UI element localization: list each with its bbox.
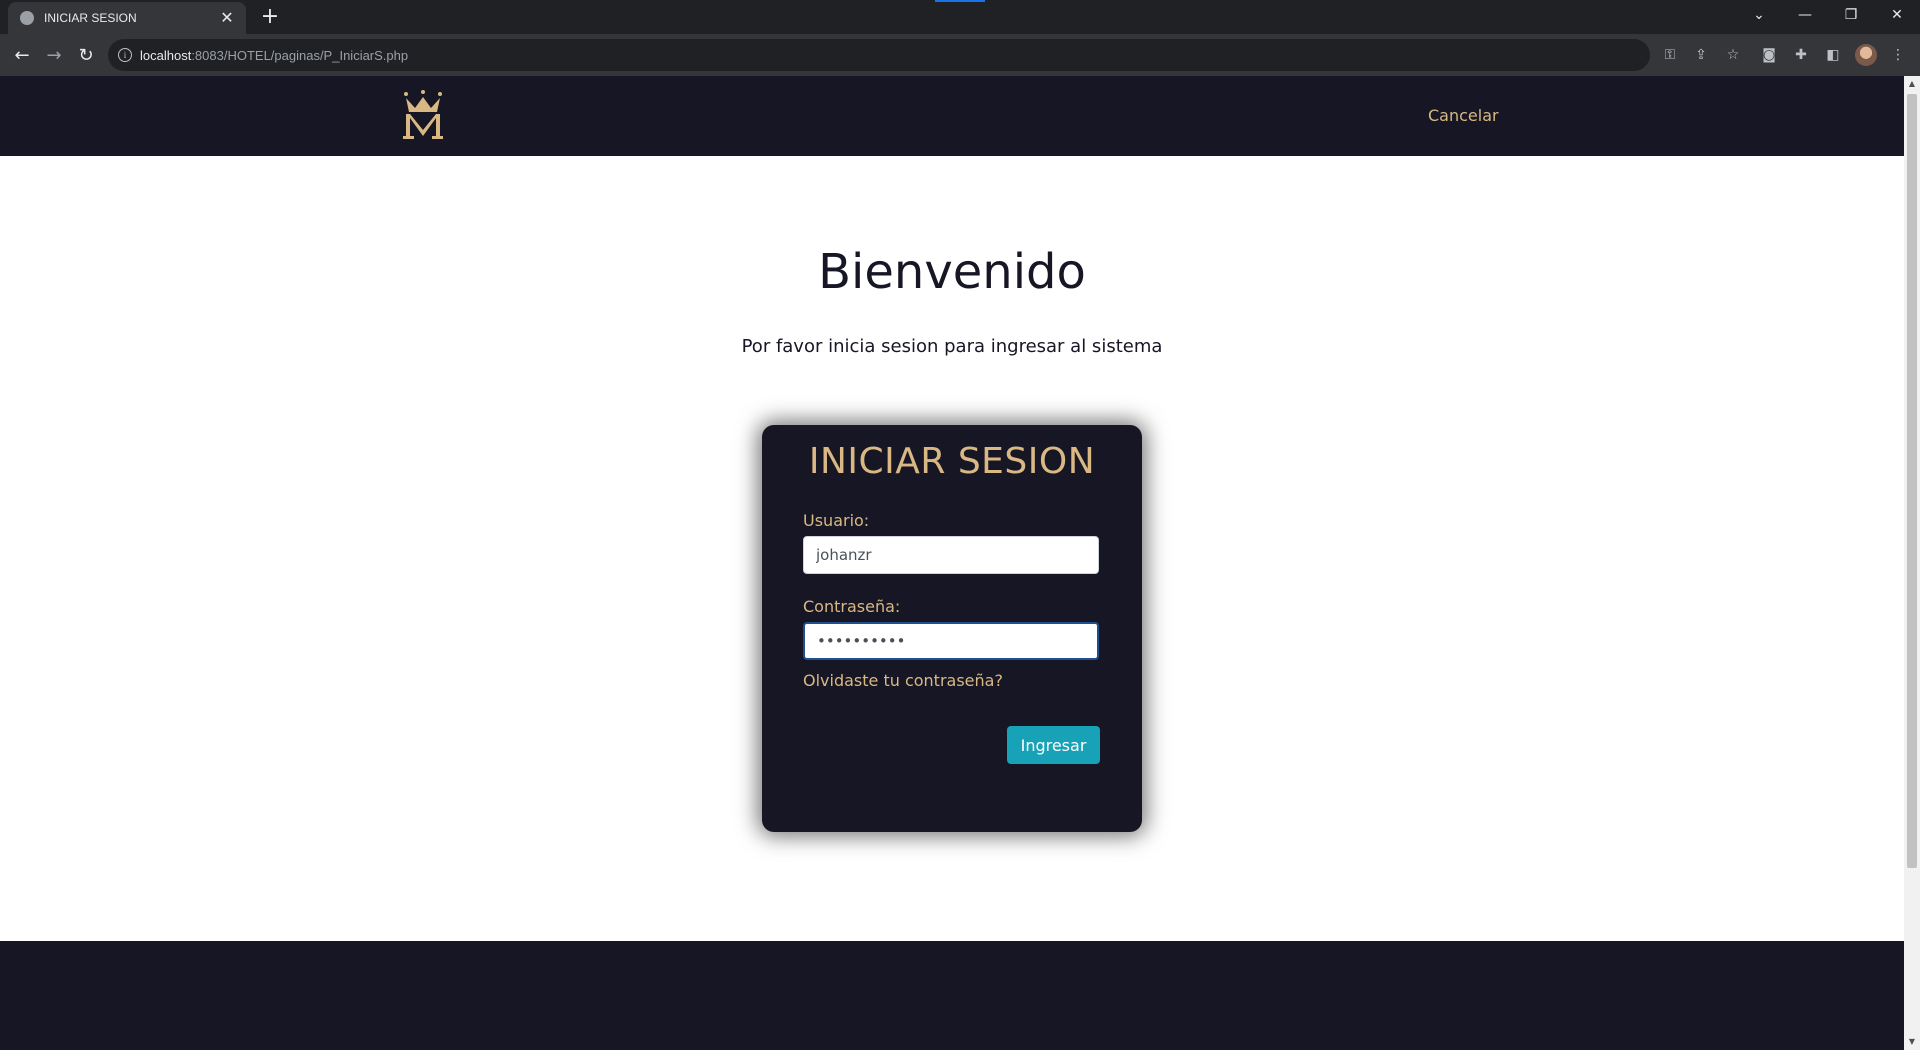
menu-icon[interactable]: ⋮: [1888, 45, 1908, 65]
tab-title: INICIAR SESION: [44, 11, 137, 25]
login-submit-button[interactable]: Ingresar: [1007, 726, 1100, 764]
password-input[interactable]: [803, 622, 1099, 660]
forgot-password-link[interactable]: Olvidaste tu contraseña?: [803, 671, 1003, 690]
globe-icon: [20, 11, 34, 25]
window-close-icon[interactable]: ✕: [1874, 0, 1920, 30]
welcome-subtitle: Por favor inicia sesion para ingresar al…: [741, 336, 1163, 357]
url-text: localhost:8083/HOTEL/paginas/P_IniciarS.…: [140, 47, 409, 63]
minimize-icon[interactable]: —: [1782, 0, 1828, 30]
welcome-title: Bienvenido: [818, 244, 1086, 300]
restore-icon[interactable]: ❐: [1828, 0, 1874, 30]
tab-search-chevron-icon[interactable]: ⌄: [1736, 0, 1782, 30]
login-card: INICIAR SESION Usuario: Contraseña: Olvi…: [762, 425, 1142, 832]
password-label: Contraseña:: [803, 597, 901, 616]
reload-icon[interactable]: ↻: [72, 41, 100, 69]
extensions-icon[interactable]: ✚: [1791, 45, 1811, 65]
star-icon[interactable]: ☆: [1724, 47, 1742, 63]
page-scrollbar[interactable]: ▲ ▼: [1904, 76, 1920, 1050]
camera-icon[interactable]: ◙: [1759, 45, 1779, 65]
browser-toolbar: ← → ↻ i localhost:8083/HOTEL/paginas/P_I…: [0, 34, 1920, 76]
browser-tab[interactable]: INICIAR SESION ✕: [8, 2, 246, 34]
cancel-link[interactable]: Cancelar: [1428, 106, 1499, 125]
username-input[interactable]: [803, 536, 1099, 574]
scroll-thumb[interactable]: [1907, 94, 1917, 868]
username-label: Usuario:: [803, 511, 870, 530]
forward-icon[interactable]: →: [40, 41, 68, 69]
page-viewport: Cancelar Bienvenido Por favor inicia ses…: [0, 76, 1904, 1050]
address-bar[interactable]: i localhost:8083/HOTEL/paginas/P_Iniciar…: [108, 39, 1739, 71]
key-icon[interactable]: ⚿: [1661, 47, 1679, 63]
site-header: Cancelar: [0, 76, 1904, 156]
crown-m-logo[interactable]: [400, 90, 446, 140]
scroll-down-icon[interactable]: ▼: [1904, 1034, 1920, 1050]
side-panel-icon[interactable]: ◧: [1823, 45, 1843, 65]
tab-close-icon[interactable]: ✕: [218, 9, 236, 27]
site-footer: [0, 941, 1904, 1050]
browser-tabstrip: INICIAR SESION ✕ + ⌄ — ❐ ✕: [0, 0, 1920, 34]
info-icon[interactable]: i: [118, 48, 132, 62]
login-title: INICIAR SESION: [808, 441, 1096, 482]
tab-search-indicator: [935, 0, 985, 2]
scroll-up-icon[interactable]: ▲: [1904, 76, 1920, 92]
back-icon[interactable]: ←: [8, 41, 36, 69]
share-icon[interactable]: ⇪: [1692, 47, 1710, 63]
profile-avatar[interactable]: [1855, 44, 1877, 66]
new-tab-button[interactable]: +: [258, 5, 282, 29]
